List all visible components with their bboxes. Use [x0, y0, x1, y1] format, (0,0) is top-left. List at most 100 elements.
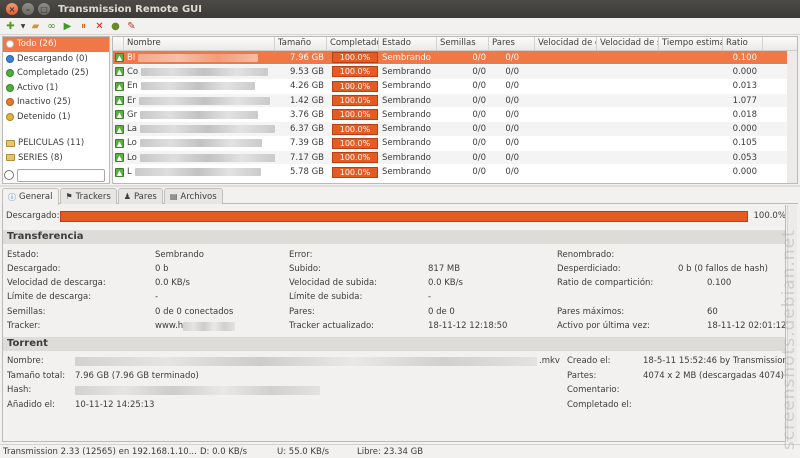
completed-icon — [6, 69, 14, 78]
add-torrent-button[interactable]: ✚ — [3, 20, 18, 33]
torrent-status-cell: ▲ — [113, 153, 124, 163]
torrent-progress-cell: 100.0% — [327, 95, 379, 107]
torrent-ratio: 1.077 — [732, 95, 757, 106]
tracker-label: Tracker: — [7, 321, 41, 331]
sidebar-item-stopped[interactable]: Detenido (1) — [3, 110, 109, 125]
seeding-icon: ▲ — [115, 124, 124, 134]
tab-files[interactable]: ▤ Archivos — [163, 188, 223, 204]
torrent-row[interactable]: ▲ Gr 3.76 GB 100.0% Sembrando 0/0 0/0 0.018 — [113, 108, 797, 123]
close-window-button[interactable]: × — [6, 3, 18, 15]
tracker-updated-value: 18-11-12 12:18:50 — [428, 321, 508, 331]
column-header-download-speed[interactable]: Velocidad de d — [535, 37, 597, 50]
tab-label: Archivos — [180, 191, 217, 202]
seeds-label: Semillas: — [7, 307, 46, 317]
torrent-peers: 0/0 — [505, 138, 519, 149]
column-header-peers[interactable]: Pares — [489, 37, 535, 50]
torrent-size: 1.42 GB — [289, 95, 324, 106]
column-header-check[interactable] — [113, 37, 124, 50]
turtle-mode-button[interactable]: ● — [108, 20, 123, 33]
torrent-seeds: 0/0 — [472, 109, 486, 120]
torrent-name-cell: Co — [124, 67, 275, 77]
column-header-seeds[interactable]: Semillas — [437, 37, 489, 50]
torrent-status-cell: ▲ — [113, 53, 124, 63]
add-link-button[interactable]: ∞ — [44, 20, 59, 33]
remove-button[interactable]: ✕ — [92, 20, 107, 33]
downloaded-row: Descargado: 100.0% — [6, 210, 785, 222]
torrent-size: 5.78 GB — [289, 167, 324, 178]
torrent-peers: 0/0 — [505, 167, 519, 178]
torrent-seeds: 0/0 — [472, 167, 486, 178]
torrent-name: L — [127, 167, 132, 178]
torrent-row[interactable]: ▲ Er 1.42 GB 100.0% Sembrando 0/0 0/0 1.077 — [113, 93, 797, 109]
sidebar-item-all[interactable]: Todo (26) — [3, 37, 109, 52]
folder-icon — [6, 139, 15, 147]
column-header-name[interactable]: Nombre — [124, 37, 275, 50]
tab-general[interactable]: ⓘ General — [2, 188, 59, 205]
sidebar-item-active[interactable]: Activo (1) — [3, 81, 109, 96]
tab-peers[interactable]: ♟ Pares — [117, 188, 163, 204]
torrent-list: Nombre Tamaño Completado Estado Semillas… — [112, 36, 798, 184]
column-header-size[interactable]: Tamaño — [275, 37, 327, 50]
dropdown-icon: ▼ — [20, 22, 26, 30]
torrent-name-redacted — [139, 153, 275, 162]
search-input[interactable] — [17, 168, 105, 182]
completed-on-label: Completado el: — [567, 400, 632, 410]
torrent-size: 6.37 GB — [289, 124, 324, 135]
open-folder-button[interactable]: ▰ — [28, 20, 43, 33]
torrent-row[interactable]: ▲ La 6.37 GB 100.0% Sembrando 0/0 0/0 0.000 — [113, 122, 797, 137]
status-connection: Transmission 2.33 (12565) en 192.168.1.1… — [3, 447, 197, 457]
torrent-row[interactable]: ▲ Bl 7.96 GB 100.0% Sembrando 0/0 0/0 0.100 — [113, 51, 797, 66]
sidebar-item-label: SERIES (8) — [18, 152, 63, 163]
column-header-ratio[interactable]: Ratio — [723, 37, 763, 50]
torrent-ratio: 0.000 — [732, 66, 757, 77]
torrent-row[interactable]: ▲ L 5.78 GB 100.0% Sembrando 0/0 0/0 0.000 — [113, 165, 797, 180]
column-header-state[interactable]: Estado — [379, 37, 437, 50]
start-button[interactable]: ▶ — [60, 20, 75, 33]
sidebar-item-downloading[interactable]: Descargando (0) — [3, 52, 109, 67]
torrent-status-cell: ▲ — [113, 110, 124, 120]
maximize-window-button[interactable]: □ — [38, 3, 50, 15]
trackers-icon: ⚑ — [65, 192, 73, 201]
torrent-name: Bl — [127, 52, 136, 63]
seeding-icon: ▲ — [115, 53, 124, 63]
sidebar-folder-peliculas[interactable]: PELICULAS (11) — [3, 136, 109, 151]
torrent-name-cell: Lo — [124, 153, 275, 163]
pause-button[interactable]: ⏸ — [76, 20, 91, 33]
torrent-row[interactable]: ▲ Lo 7.39 GB 100.0% Sembrando 0/0 0/0 0.105 — [113, 137, 797, 152]
seeding-icon: ▲ — [115, 167, 124, 177]
add-torrent-dropdown[interactable]: ▼ — [19, 20, 27, 33]
max-peers-label: Pares máximos: — [557, 307, 625, 317]
torrent-ratio: 0.000 — [732, 124, 757, 135]
torrent-progress-cell: 100.0% — [327, 137, 379, 149]
sidebar-item-inactive[interactable]: Inactivo (25) — [3, 95, 109, 110]
added-label: Añadido el: — [7, 400, 55, 410]
pane-splitter[interactable] — [0, 185, 800, 187]
torrent-row[interactable]: ▲ Lo 7.17 GB 100.0% Sembrando 0/0 0/0 0.053 — [113, 151, 797, 166]
minimize-window-button[interactable]: – — [22, 3, 34, 15]
torrent-name-cell: Bl — [124, 53, 275, 63]
uploaded-label: Subido: — [289, 264, 321, 274]
torrent-progress-bar: 100.0% — [332, 80, 378, 92]
tracker-value: www.h — [155, 321, 184, 331]
torrent-size: 7.39 GB — [289, 138, 324, 149]
sidebar-item-completed[interactable]: Completado (25) — [3, 66, 109, 81]
column-header-upload-speed[interactable]: Velocidad de s — [597, 37, 659, 50]
torrent-name-redacted — [134, 168, 261, 177]
column-header-eta[interactable]: Tiempo estima — [659, 37, 723, 50]
torrent-row[interactable]: ▲ En 4.26 GB 100.0% Sembrando 0/0 0/0 0.013 — [113, 80, 797, 94]
torrent-name: En — [127, 81, 138, 92]
torrent-progress-cell: 100.0% — [327, 80, 379, 92]
watermark: screenshots.debian.net — [779, 229, 799, 450]
download-limit-value: - — [155, 292, 159, 302]
seeds-value: 0 de 0 conectados — [155, 307, 234, 317]
column-header-completed[interactable]: Completado — [327, 37, 379, 50]
tab-trackers[interactable]: ⚑ Trackers — [59, 188, 117, 204]
seeding-icon: ▲ — [115, 96, 124, 106]
sidebar-folder-series[interactable]: SERIES (8) — [3, 151, 109, 166]
torrent-row[interactable]: ▲ Co 9.53 GB 100.0% Sembrando 0/0 0/0 0.000 — [113, 65, 797, 80]
upload-speed-value: 0.0 KB/s — [428, 278, 463, 288]
last-active-value: 18-11-12 02:01:12 — [707, 321, 786, 331]
torrent-state: Sembrando — [382, 124, 431, 135]
sidebar-item-label: PELICULAS (11) — [18, 138, 85, 149]
settings-button[interactable]: ✎ — [124, 20, 139, 33]
